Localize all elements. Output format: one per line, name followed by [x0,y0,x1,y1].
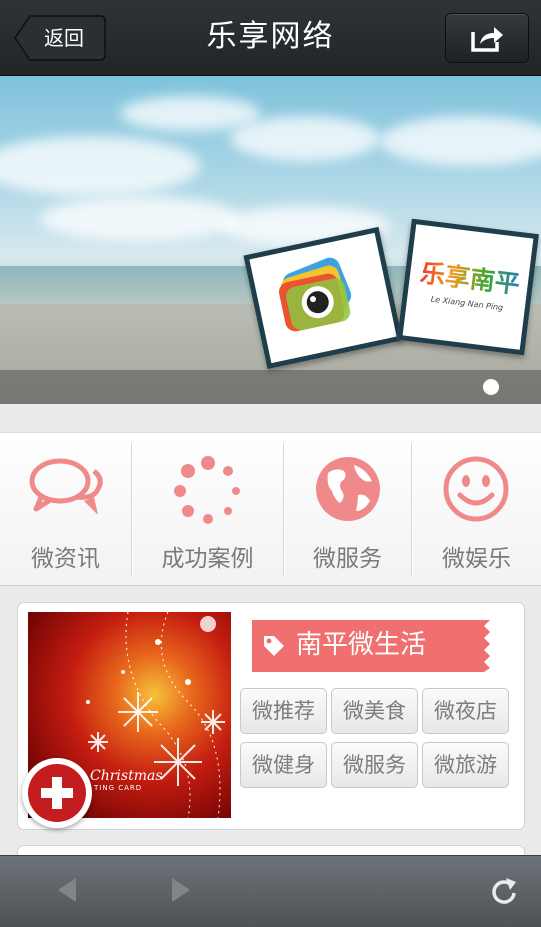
menu-item-cases[interactable]: 成功案例 [132,433,283,585]
smiley-icon [443,456,509,522]
top-bar: 返回 乐享网络 [0,0,541,76]
menu-label-news: 微资讯 [31,546,100,572]
slide-indicator-dot[interactable] [483,379,499,395]
tag-recommend[interactable]: 微推荐 [240,688,327,734]
menu-item-entertainment[interactable]: 微娱乐 [412,433,541,585]
camera-app-icon [278,257,352,332]
lexiang-logo-card: 乐享南平 Le Xiang Nan Ping [397,218,539,356]
photo-caption: Christmas [90,768,163,784]
tag-fitness[interactable]: 微健身 [240,742,327,788]
chat-bubbles-icon [29,458,103,515]
globe-icon [316,457,380,521]
menu-item-news[interactable]: 微资讯 [0,433,131,585]
back-arrow-icon[interactable] [56,876,78,904]
tag-nightclub[interactable]: 微夜店 [422,688,509,734]
menu-label-service: 微服务 [313,546,382,572]
banner-slider[interactable]: 乐享南平 Le Xiang Nan Ping [0,76,541,404]
plus-icon [41,777,73,809]
photo-caption-2: TING CARD [94,784,143,792]
tag-food[interactable]: 微美食 [331,688,418,734]
section-title: 南平微生活 [296,630,427,660]
tag-travel[interactable]: 微旅游 [422,742,509,788]
share-icon [471,27,503,52]
tag-service[interactable]: 微服务 [331,742,418,788]
add-button-circle [28,764,86,822]
section-ribbon: 南平微生活 [252,620,497,672]
refresh-icon[interactable] [490,876,518,906]
tag-icon [264,636,284,656]
banner-indicator-bar [0,370,541,404]
menu-item-service[interactable]: 微服务 [284,433,411,585]
add-button[interactable] [22,758,92,828]
menu-label-cases: 成功案例 [161,546,254,572]
loading-dots-icon [174,456,240,524]
menu-label-entertainment: 微娱乐 [442,546,511,572]
forward-arrow-icon[interactable] [170,876,192,904]
feature-menu: 微资讯 成功案例 微服务 微娱乐 [0,432,541,586]
bottom-toolbar [0,855,541,927]
share-button[interactable] [445,13,529,63]
